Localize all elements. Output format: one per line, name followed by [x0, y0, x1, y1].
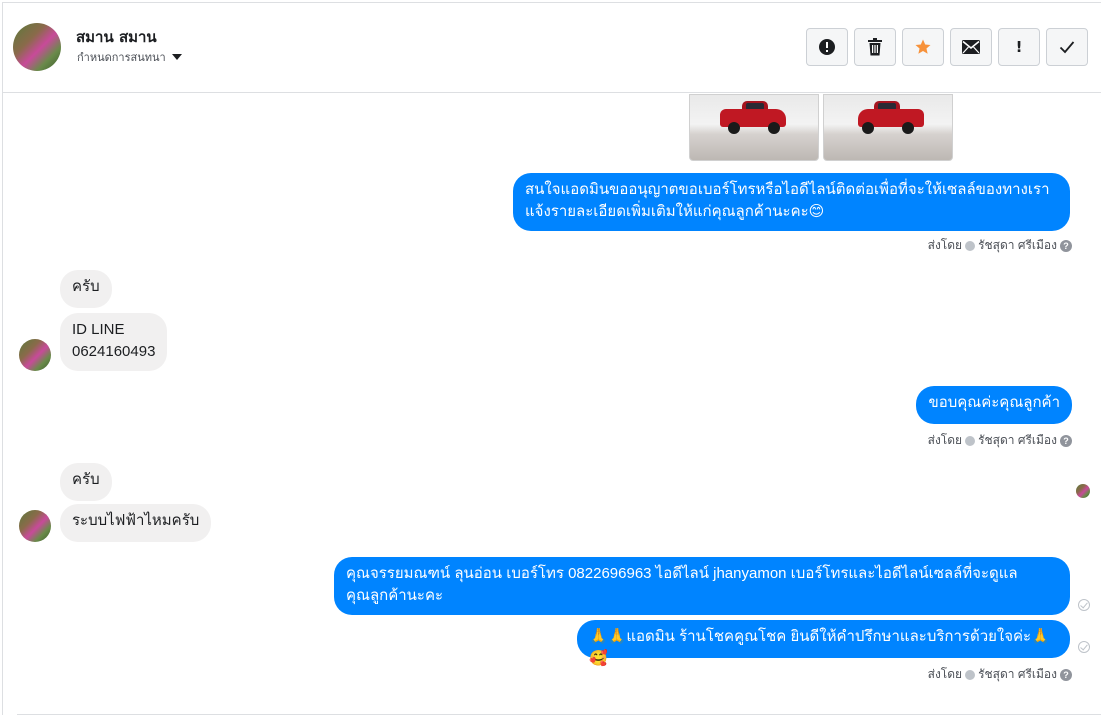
exclamation-icon: ! [1015, 38, 1023, 56]
image-attachment[interactable] [689, 94, 819, 161]
check-icon [1059, 41, 1075, 54]
message-bubble-outgoing[interactable]: ขอบคุณค่ะคุณลูกค้า [916, 386, 1072, 424]
agent-badge-icon [965, 435, 976, 446]
help-icon[interactable]: ? [1060, 239, 1072, 252]
conversation-toolbar: ! [806, 28, 1088, 66]
image-attachment[interactable] [823, 94, 953, 161]
mark-unread-button[interactable] [950, 28, 992, 66]
contact-avatar[interactable] [13, 23, 61, 71]
star-button[interactable] [902, 28, 944, 66]
agent-name[interactable]: รัชสุดา ศรีเมือง [978, 665, 1057, 684]
agent-badge-icon [965, 240, 976, 251]
sent-status-icon [1078, 599, 1090, 611]
sent-by-label: ส่งโดย รัชสุดา ศรีเมือง ? [928, 665, 1072, 684]
sent-status-icon [1078, 641, 1090, 653]
sent-by-label: ส่งโดย รัชสุดา ศรีเมือง ? [928, 431, 1072, 450]
message-bubble-incoming[interactable]: ครับ [60, 463, 112, 501]
assign-label: กำหนดการสนทนา [77, 51, 166, 64]
trash-icon [868, 38, 882, 56]
contact-avatar-small[interactable] [19, 339, 51, 371]
report-button[interactable] [806, 28, 848, 66]
message-thread[interactable]: สนใจแอดมินขออนุญาตขอเบอร์โทรหรือไอดีไลน์… [3, 94, 1101, 715]
follow-up-button[interactable]: ! [998, 28, 1040, 66]
message-bubble-incoming[interactable]: ID LINE 0624160493 [60, 313, 168, 371]
seen-indicator-avatar [1076, 484, 1090, 498]
message-bubble-incoming[interactable]: ระบบไฟฟ้าไหมครับ [60, 504, 212, 542]
caret-down-icon [171, 54, 182, 60]
message-bubble-outgoing[interactable]: 🙏🙏แอดมิน ร้านโชคคูณโชค ยินดีให้คำปรึกษาแ… [577, 620, 1070, 667]
contact-avatar-small[interactable] [19, 510, 51, 542]
assign-conversation-dropdown[interactable]: กำหนดการสนทนา [77, 48, 182, 66]
agent-name[interactable]: รัชสุดา ศรีเมือง [978, 236, 1057, 255]
envelope-icon [962, 40, 980, 54]
conversation-panel: สมาน สมาน กำหนดการสนทนา ! สนใจแอดมินขออน… [2, 2, 1101, 715]
alert-circle-icon [819, 39, 835, 55]
delete-button[interactable] [854, 28, 896, 66]
contact-name[interactable]: สมาน สมาน [76, 25, 157, 49]
image-attachment-group [689, 94, 953, 161]
mark-done-button[interactable] [1046, 28, 1088, 66]
help-icon[interactable]: ? [1060, 434, 1072, 447]
agent-badge-icon [965, 669, 976, 680]
star-icon [915, 39, 931, 54]
message-bubble-incoming[interactable]: ครับ [60, 270, 112, 308]
agent-name[interactable]: รัชสุดา ศรีเมือง [978, 431, 1057, 450]
help-icon[interactable]: ? [1060, 668, 1072, 681]
conversation-header: สมาน สมาน กำหนดการสนทนา ! [3, 3, 1101, 93]
sent-by-label: ส่งโดย รัชสุดา ศรีเมือง ? [928, 236, 1072, 255]
message-bubble-outgoing[interactable]: คุณจรรยมณฑน์ ลุนอ่อน เบอร์โทร 0822696963… [334, 557, 1070, 615]
message-bubble-outgoing[interactable]: สนใจแอดมินขออนุญาตขอเบอร์โทรหรือไอดีไลน์… [513, 173, 1070, 231]
